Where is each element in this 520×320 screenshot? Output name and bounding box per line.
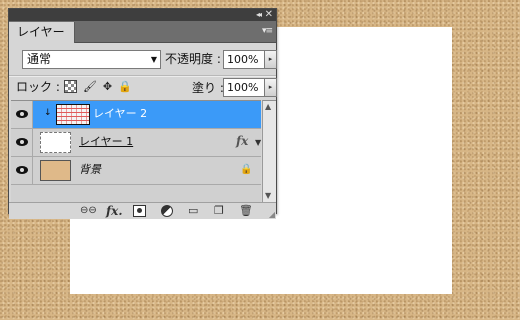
- lock-transparency-icon[interactable]: [64, 80, 77, 93]
- layer-name[interactable]: レイヤー 1: [79, 135, 133, 149]
- fill-input[interactable]: 100%: [223, 78, 265, 97]
- adjustment-layer-icon[interactable]: [161, 205, 173, 217]
- layer-thumbnail: [40, 132, 71, 153]
- expand-effects-icon[interactable]: ▼: [255, 138, 261, 147]
- divider: [9, 75, 276, 77]
- link-layers-icon[interactable]: ⊖⊖: [80, 204, 97, 218]
- layer-thumbnail: [40, 160, 71, 181]
- eye-icon: [16, 138, 28, 146]
- new-group-icon[interactable]: ▭: [188, 204, 198, 218]
- layer-name[interactable]: 背景: [79, 163, 101, 177]
- lock-paint-icon[interactable]: 🖌: [83, 80, 97, 93]
- opacity-stepper-button[interactable]: ▸: [265, 50, 277, 69]
- blend-mode-select[interactable]: 通常 ▼: [22, 50, 161, 69]
- collapse-icon[interactable]: ◂◂: [256, 9, 262, 21]
- visibility-toggle[interactable]: [11, 129, 33, 156]
- opacity-input[interactable]: 100%: [223, 50, 265, 69]
- layer-thumbnail: [56, 104, 90, 125]
- layer-name[interactable]: レイヤー 2: [93, 107, 147, 121]
- clipping-arrow-icon: ↓: [44, 108, 52, 118]
- layer-list-scrollbar[interactable]: ▲ ▼: [262, 100, 276, 202]
- panel-bottom-bar: ⊖⊖ fx. ▭ ❐ 🗑 ◢: [9, 202, 276, 219]
- fill-label: 塗り :: [192, 81, 224, 95]
- layer-row-background[interactable]: 背景 🔒: [11, 157, 261, 185]
- eye-icon: [16, 166, 28, 174]
- fill-stepper-button[interactable]: ▸: [265, 78, 277, 97]
- scroll-up-icon[interactable]: ▲: [265, 102, 271, 111]
- lock-icon: 🔒: [240, 164, 253, 175]
- resize-grip-icon[interactable]: ◢: [269, 210, 275, 219]
- visibility-toggle[interactable]: [11, 101, 33, 128]
- panel-title-bar[interactable]: ◂◂ ✕: [9, 9, 276, 21]
- blend-mode-value: 通常: [27, 52, 52, 66]
- layer-row-layer1[interactable]: レイヤー 1 fx ▼: [11, 129, 261, 157]
- panel-tab-row: レイヤー ▾≡: [9, 21, 276, 43]
- layer-row-layer2[interactable]: ↓ レイヤー 2: [11, 101, 261, 129]
- eye-icon: [16, 110, 28, 118]
- scroll-down-icon[interactable]: ▼: [265, 191, 271, 200]
- new-layer-icon[interactable]: ❐: [214, 204, 224, 218]
- fx-icon[interactable]: fx: [236, 134, 248, 148]
- add-mask-icon[interactable]: [133, 205, 146, 217]
- layer-list: ↓ レイヤー 2 レイヤー 1 fx ▼ 背景 🔒: [11, 100, 261, 202]
- visibility-toggle[interactable]: [11, 157, 33, 184]
- layers-panel: ◂◂ ✕ レイヤー ▾≡ 通常 ▼ 不透明度 : 100% ▸ ロック : 🖌 …: [8, 8, 277, 219]
- chevron-down-icon: ▼: [150, 55, 157, 64]
- lock-move-icon[interactable]: ✥: [101, 80, 114, 93]
- lock-all-icon[interactable]: 🔒: [118, 80, 132, 93]
- add-layer-style-icon[interactable]: fx.: [106, 204, 123, 218]
- lock-label: ロック :: [16, 80, 60, 94]
- tab-layers[interactable]: レイヤー: [9, 22, 75, 43]
- delete-layer-icon[interactable]: 🗑: [239, 204, 253, 218]
- panel-menu-icon[interactable]: ▾≡: [262, 26, 273, 36]
- opacity-label: 不透明度 :: [165, 52, 221, 66]
- close-icon[interactable]: ✕: [265, 9, 273, 21]
